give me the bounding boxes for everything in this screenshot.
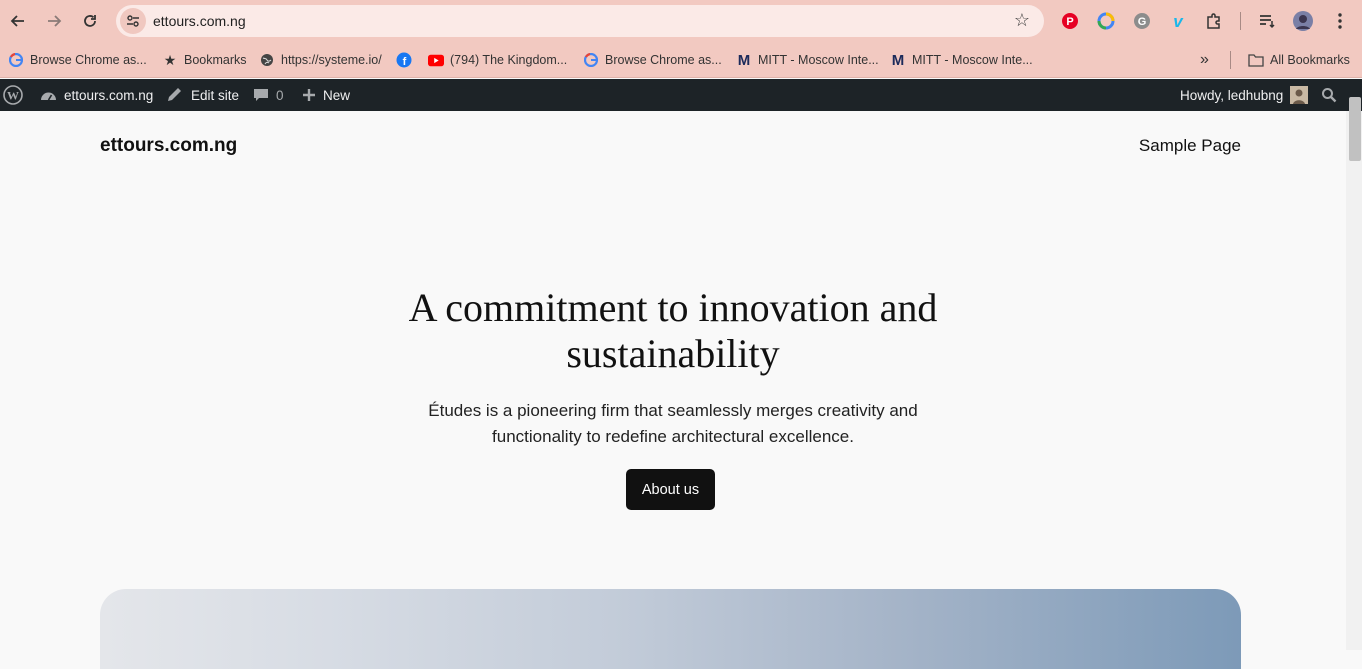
wordpress-logo-icon[interactable]: W [3, 79, 23, 111]
more-bookmarks-button[interactable]: » [1200, 50, 1209, 70]
svg-text:G: G [1138, 16, 1147, 28]
site-info-icon[interactable] [120, 8, 146, 34]
new-label: New [323, 87, 351, 103]
new-content-button[interactable]: New [302, 79, 350, 111]
about-us-button[interactable]: About us [626, 469, 715, 510]
bookmark-item[interactable]: (794) The Kingdom... [428, 50, 567, 70]
vimeo-icon[interactable]: v [1167, 10, 1189, 32]
mitt-icon: M [737, 51, 751, 69]
site-name-menu[interactable]: ettours.com.ng [40, 79, 153, 111]
address-bar[interactable]: ettours.com.ng ☆ [116, 5, 1044, 37]
bookmarks-divider [1230, 51, 1231, 69]
google-icon [583, 52, 599, 68]
bookmark-label: (794) The Kingdom... [450, 53, 568, 67]
hero-description-line: Études is a pioneering firm that seamles… [428, 401, 918, 420]
scrollbar-track[interactable] [1346, 111, 1362, 650]
bookmarks-bar: Browse Chrome as... ★ Bookmarks https://… [0, 42, 1362, 78]
plus-icon [302, 88, 316, 102]
hero-heading-line: A commitment to innovation and [408, 285, 938, 330]
nav-sample-page[interactable]: Sample Page [1139, 136, 1241, 156]
wp-admin-bar: W ettours.com.ng Edit site 0 New Howdy, … [0, 79, 1362, 111]
back-icon[interactable] [4, 7, 32, 35]
all-bookmarks-label: All Bookmarks [1270, 53, 1350, 67]
svg-text:v: v [1173, 12, 1184, 30]
hero-description: Études is a pioneering firm that seamles… [0, 398, 1346, 450]
user-greeting: Howdy, ledhubng [1180, 87, 1284, 103]
reload-icon[interactable] [76, 7, 104, 35]
bookmark-label: Browse Chrome as... [605, 53, 722, 67]
svg-text:P: P [1066, 16, 1073, 28]
forward-icon[interactable] [40, 7, 68, 35]
svg-text:f: f [403, 56, 407, 68]
hero-description-line: functionality to redefine architectural … [492, 427, 854, 446]
bookmark-item[interactable]: M MITT - Moscow Inte... [890, 50, 1033, 70]
hero-heading: A commitment to innovation and sustainab… [0, 285, 1346, 377]
user-avatar [1290, 86, 1309, 104]
browser-toolbar: ettours.com.ng ☆ P G v [0, 0, 1362, 42]
hero-heading-line: sustainability [566, 331, 780, 376]
site-title[interactable]: ettours.com.ng [100, 135, 237, 157]
site-name-label: ettours.com.ng [64, 87, 154, 103]
pinterest-icon[interactable]: P [1059, 10, 1081, 32]
facebook-icon: f [396, 52, 412, 68]
svg-text:W: W [7, 89, 19, 103]
bookmark-item[interactable]: Browse Chrome as... [583, 50, 722, 70]
extensions-puzzle-icon[interactable] [1203, 10, 1225, 32]
colorful-extension-icon[interactable] [1095, 10, 1117, 32]
brush-icon [166, 87, 184, 103]
comment-icon [253, 87, 269, 103]
bookmark-item[interactable]: ★ Bookmarks [162, 50, 247, 70]
scrollbar-thumb[interactable] [1349, 97, 1361, 161]
search-icon[interactable] [1321, 79, 1337, 111]
user-account-menu[interactable]: Howdy, ledhubng [1180, 79, 1309, 111]
star-icon: ★ [163, 51, 177, 68]
bookmark-label: MITT - Moscow Inte... [758, 53, 879, 67]
url-text[interactable]: ettours.com.ng [153, 13, 246, 29]
toolbar-divider [1240, 12, 1241, 30]
grammar-extension-icon[interactable]: G [1131, 10, 1153, 32]
folder-icon [1248, 52, 1264, 68]
bookmark-label: Browse Chrome as... [30, 53, 147, 67]
bookmark-label: MITT - Moscow Inte... [912, 53, 1033, 67]
mitt-icon: M [891, 51, 905, 69]
bookmark-star-icon[interactable]: ☆ [1014, 10, 1030, 31]
comments-count: 0 [276, 87, 284, 103]
edit-site-button[interactable]: Edit site [166, 79, 239, 111]
hero-image [100, 589, 1241, 669]
page-content: ettours.com.ng Sample Page A commitment … [0, 111, 1346, 669]
dashboard-icon [40, 88, 57, 103]
bookmark-item[interactable]: M MITT - Moscow Inte... [736, 50, 879, 70]
google-icon [8, 52, 24, 68]
reading-list-icon[interactable] [1256, 10, 1278, 32]
profile-avatar-icon[interactable] [1292, 10, 1314, 32]
bookmark-item[interactable]: Browse Chrome as... [8, 50, 147, 70]
bookmark-label: https://systeme.io/ [281, 53, 382, 67]
bookmark-item[interactable]: f [396, 50, 418, 70]
youtube-icon [428, 52, 444, 68]
chrome-menu-icon[interactable] [1329, 10, 1351, 32]
comments-button[interactable]: 0 [253, 79, 284, 111]
globe-icon [259, 52, 275, 68]
bookmark-item[interactable]: https://systeme.io/ [259, 50, 382, 70]
all-bookmarks-button[interactable]: All Bookmarks [1248, 50, 1350, 70]
edit-site-label: Edit site [191, 87, 240, 103]
bookmark-label: Bookmarks [184, 53, 247, 67]
